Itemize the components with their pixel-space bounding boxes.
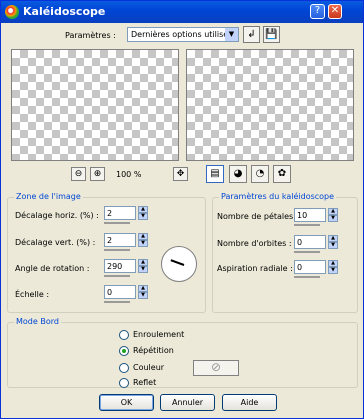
horizontal-offset-label: Décalage horiz. (%) : xyxy=(15,211,99,220)
scale-slider[interactable] xyxy=(104,301,130,303)
ok-button[interactable]: OK xyxy=(99,394,154,411)
radio-selected-icon[interactable] xyxy=(119,346,129,356)
preview-tool-2-button[interactable]: ◕ xyxy=(229,165,247,183)
zoom-out-button[interactable]: ⊖ xyxy=(71,167,86,181)
edge-color-swatch[interactable]: ⊘ xyxy=(193,360,239,376)
horizontal-offset-spinner[interactable]: ▲ ▼ xyxy=(138,206,148,220)
petals-label: Nombre de pétales : xyxy=(217,212,299,221)
radial-suction-value: 0 xyxy=(297,263,303,272)
spin-down-icon[interactable]: ▼ xyxy=(138,292,148,299)
horizontal-offset-input[interactable]: 2 xyxy=(104,206,136,220)
scale-input[interactable]: 0 xyxy=(104,285,136,299)
vertical-offset-spinner[interactable]: ▲ ▼ xyxy=(138,233,148,247)
radio-icon[interactable] xyxy=(119,330,129,340)
spin-up-icon[interactable]: ▲ xyxy=(328,260,338,267)
presets-selected: Dernières options utilisées xyxy=(131,30,238,39)
vertical-offset-slider[interactable] xyxy=(104,249,130,251)
kaleidoscope-params-title: Paramètres du kaléidoscope xyxy=(219,192,337,201)
move-preview-button[interactable]: ✥ xyxy=(173,167,188,181)
image-zone-title: Zone de l'image xyxy=(14,192,83,201)
load-preset-button[interactable]: ↲ xyxy=(243,26,260,43)
scale-spinner[interactable]: ▲ ▼ xyxy=(138,285,148,299)
radial-suction-spinner[interactable]: ▲ ▼ xyxy=(328,260,338,274)
horizontal-offset-value: 2 xyxy=(107,209,113,218)
zoom-in-button[interactable]: ⊕ xyxy=(90,167,105,181)
result-preview xyxy=(186,49,354,161)
spin-up-icon[interactable]: ▲ xyxy=(138,233,148,240)
petals-spinner[interactable]: ▲ ▼ xyxy=(328,208,338,222)
spin-down-icon[interactable]: ▼ xyxy=(328,267,338,274)
spin-up-icon[interactable]: ▲ xyxy=(138,206,148,213)
radial-suction-label: Aspiration radiale : xyxy=(217,264,293,273)
preview-tool-4-button[interactable]: ✿ xyxy=(273,165,291,183)
edge-mode-wrap-label: Enroulement xyxy=(133,330,185,339)
vertical-offset-label: Décalage vert. (%) : xyxy=(15,238,96,247)
preview-tool-3-button[interactable]: ◔ xyxy=(251,165,269,183)
original-preview[interactable] xyxy=(11,49,179,161)
rotation-angle-spinner[interactable]: ▲ ▼ xyxy=(138,259,148,273)
spin-up-icon[interactable]: ▲ xyxy=(138,285,148,292)
edge-mode-title: Mode Bord xyxy=(14,317,61,326)
orbits-slider[interactable] xyxy=(294,251,320,253)
close-button[interactable]: ✕ xyxy=(328,4,342,19)
presets-dropdown[interactable]: Dernières options utilisées ▼ xyxy=(127,27,239,42)
orbits-label: Nombre d'orbites : xyxy=(217,239,292,248)
kaleidoscope-dialog: Kaléidoscope ? ✕ Paramètres : Dernières … xyxy=(0,0,364,419)
edge-mode-reflect-label: Reflet xyxy=(133,378,157,387)
rotation-angle-input[interactable]: 290 xyxy=(104,259,136,273)
chevron-down-icon[interactable]: ▼ xyxy=(225,28,238,41)
orbits-input[interactable]: 0 xyxy=(294,235,326,249)
rotation-angle-label: Angle de rotation : xyxy=(15,264,90,273)
orbits-spinner[interactable]: ▲ ▼ xyxy=(328,235,338,249)
spin-down-icon[interactable]: ▼ xyxy=(328,215,338,222)
scale-value: 0 xyxy=(107,288,113,297)
radial-suction-slider[interactable] xyxy=(294,276,320,278)
radial-suction-input[interactable]: 0 xyxy=(294,260,326,274)
vertical-offset-value: 2 xyxy=(107,236,113,245)
zoom-level: 100 % xyxy=(116,170,142,179)
spin-up-icon[interactable]: ▲ xyxy=(328,208,338,215)
vertical-offset-input[interactable]: 2 xyxy=(104,233,136,247)
orbits-value: 0 xyxy=(297,238,303,247)
spin-up-icon[interactable]: ▲ xyxy=(138,259,148,266)
spin-down-icon[interactable]: ▼ xyxy=(138,240,148,247)
preview-tool-1-button[interactable]: ▤ xyxy=(206,165,224,183)
petals-slider[interactable] xyxy=(294,224,320,226)
radio-icon[interactable] xyxy=(119,378,129,388)
rotation-dial[interactable] xyxy=(161,246,197,282)
kaleidoscope-icon xyxy=(5,5,19,19)
petals-input[interactable]: 10 xyxy=(294,208,326,222)
help-button[interactable]: Aide xyxy=(222,394,277,411)
window-title: Kaléidoscope xyxy=(23,5,106,18)
rotation-angle-slider[interactable] xyxy=(104,275,130,277)
horizontal-offset-slider[interactable] xyxy=(104,222,130,224)
scale-label: Échelle : xyxy=(15,290,50,299)
petals-value: 10 xyxy=(297,211,308,220)
title-bar: Kaléidoscope ? ✕ xyxy=(1,1,363,23)
edge-mode-repeat-label: Répétition xyxy=(133,346,174,355)
cancel-button[interactable]: Annuler xyxy=(160,394,215,411)
help-titlebar-button[interactable]: ? xyxy=(310,4,325,19)
dial-hand-icon xyxy=(170,259,185,266)
presets-label: Paramètres : xyxy=(65,31,116,40)
spin-up-icon[interactable]: ▲ xyxy=(328,235,338,242)
edge-mode-color-label: Couleur xyxy=(133,363,165,372)
spin-down-icon[interactable]: ▼ xyxy=(138,266,148,273)
spin-down-icon[interactable]: ▼ xyxy=(138,213,148,220)
save-preset-button[interactable]: 💾 xyxy=(263,26,280,43)
rotation-angle-value: 290 xyxy=(107,262,123,271)
spin-down-icon[interactable]: ▼ xyxy=(328,242,338,249)
radio-icon[interactable] xyxy=(119,363,129,373)
